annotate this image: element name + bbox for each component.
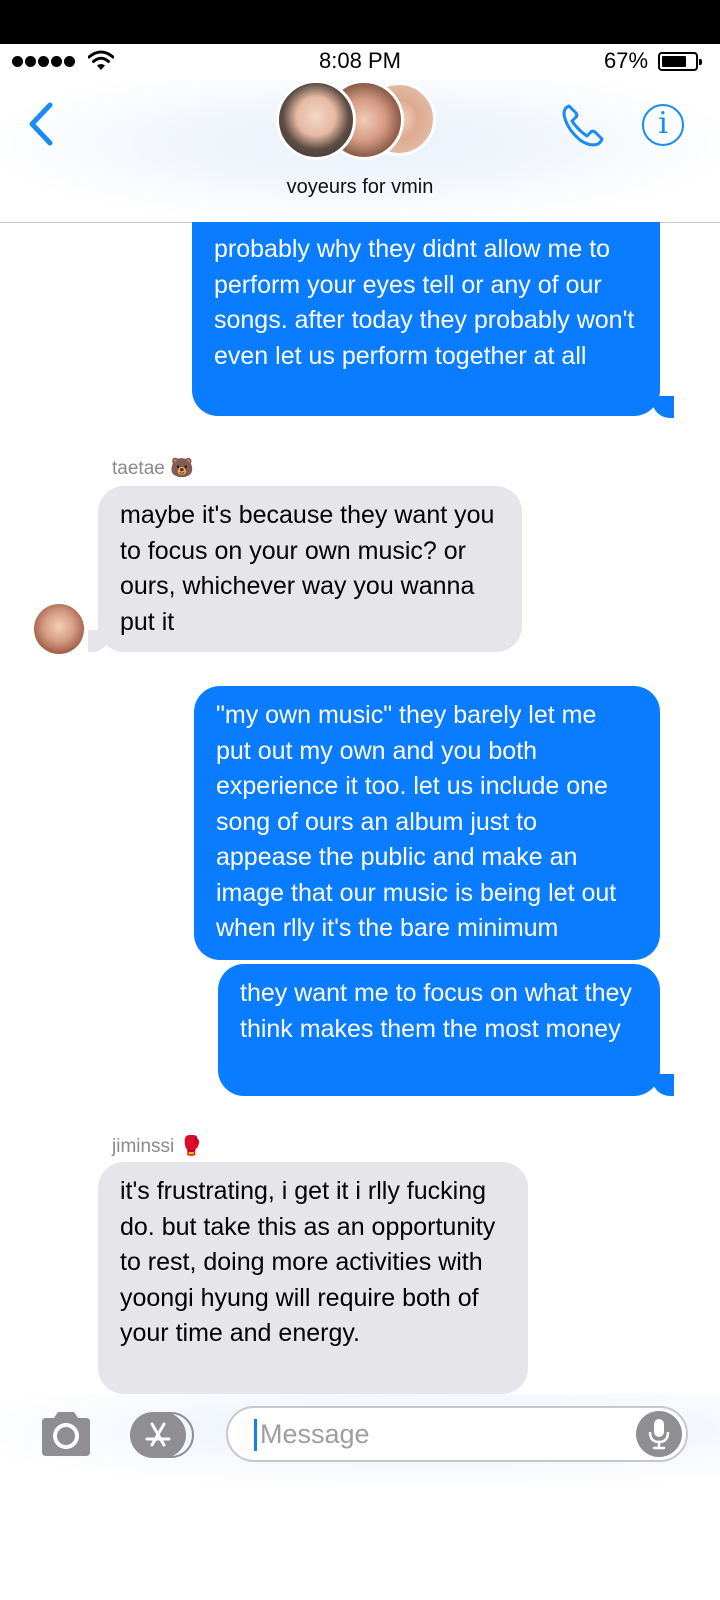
phone-icon[interactable]	[560, 102, 606, 148]
conversation-header: voyeurs for vmin i	[0, 80, 720, 223]
camera-icon[interactable]	[38, 1410, 94, 1458]
avatar[interactable]	[34, 604, 84, 654]
outgoing-message[interactable]: they want me to focus on what they think…	[218, 964, 660, 1096]
status-bar: 8:08 PM 67%	[0, 44, 720, 80]
sender-name: taetae 🐻	[112, 458, 194, 479]
bubble-tail	[652, 1074, 674, 1096]
message-text: it's frustrating, i get it i rlly fuckin…	[120, 1177, 496, 1347]
bubble-tail	[652, 396, 674, 418]
message-text: "my own music" they barely let me put ou…	[216, 701, 617, 942]
info-icon[interactable]: i	[642, 104, 684, 146]
app-store-icon[interactable]	[130, 1412, 194, 1458]
outgoing-message[interactable]: "my own music" they barely let me put ou…	[194, 686, 660, 960]
message-placeholder: Message	[260, 1419, 370, 1449]
avatar	[276, 80, 356, 160]
message-text: maybe it's because they want you to focu…	[120, 501, 495, 636]
incoming-message[interactable]: it's frustrating, i get it i rlly fuckin…	[98, 1162, 528, 1394]
microphone-icon[interactable]	[636, 1411, 682, 1457]
message-text: probably why they didnt allow me to perf…	[214, 235, 635, 370]
top-black-bar	[0, 0, 720, 44]
back-chevron-icon[interactable]	[26, 102, 56, 146]
message-text: they want me to focus on what they think…	[240, 979, 632, 1043]
message-input[interactable]: Message	[226, 1406, 688, 1462]
battery-percentage: 67%	[604, 48, 649, 73]
text-cursor	[254, 1419, 257, 1451]
battery-icon	[658, 52, 702, 71]
message-thread[interactable]: probably why they didnt allow me to perf…	[0, 222, 720, 1394]
incoming-message[interactable]: maybe it's because they want you to focu…	[98, 486, 522, 652]
sender-name: jiminssi 🥊	[112, 1136, 204, 1157]
bubble-tail	[88, 630, 110, 652]
group-avatars[interactable]	[276, 80, 446, 166]
group-name[interactable]: voyeurs for vmin	[0, 176, 720, 199]
message-composer: Message	[0, 1394, 720, 1484]
outgoing-message[interactable]: probably why they didnt allow me to perf…	[192, 222, 660, 416]
